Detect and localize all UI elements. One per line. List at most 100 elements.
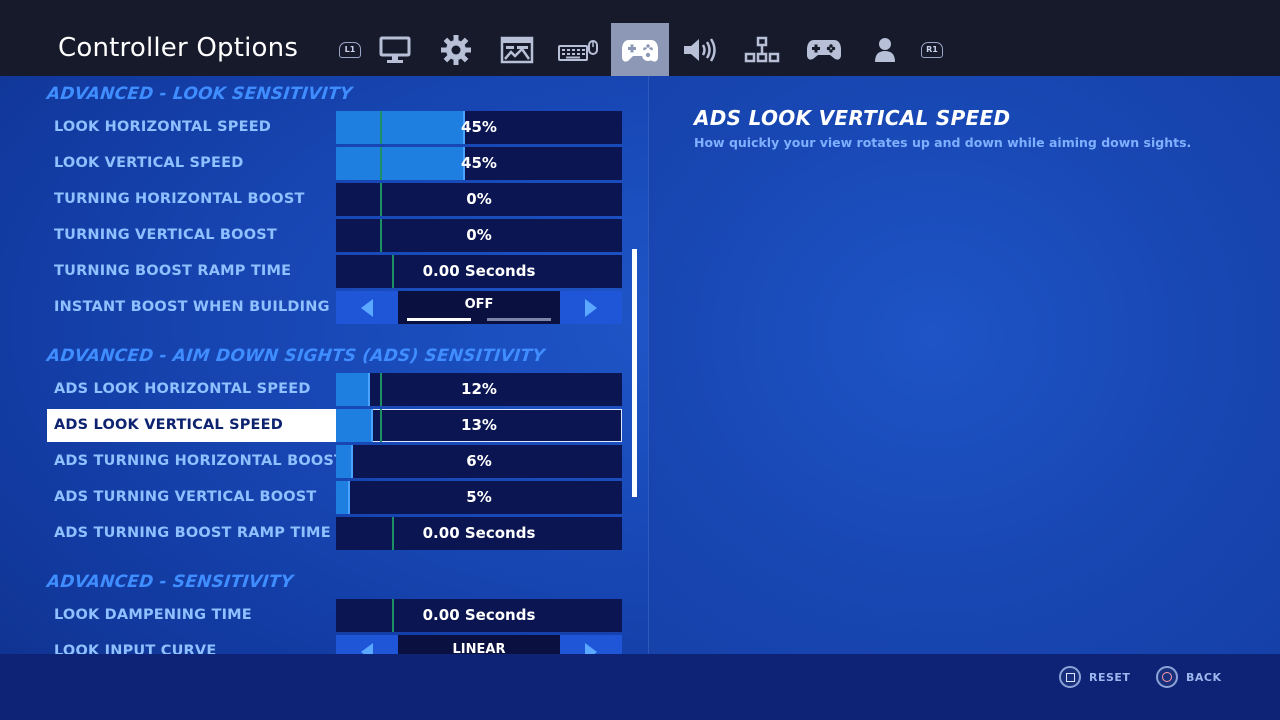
setting-label: INSTANT BOOST WHEN BUILDING: [54, 299, 330, 315]
slider[interactable]: 0.00 Seconds: [336, 517, 622, 550]
setting-look-dampening-time[interactable]: LOOK DAMPENING TIME 0.00 Seconds: [47, 599, 622, 632]
option-selector[interactable]: LINEAR: [336, 635, 622, 654]
page-title: Controller Options: [58, 33, 299, 63]
circle-button-icon: [1156, 666, 1178, 688]
section-look-sensitivity: ADVANCED - LOOK SENSITIVITY: [45, 84, 354, 104]
slider-value: 45%: [461, 154, 497, 172]
tab-accessibility[interactable]: [733, 23, 791, 76]
slider-value: 0%: [466, 190, 492, 208]
slider[interactable]: 0.00 Seconds: [336, 599, 622, 632]
l1-button-icon: L1: [339, 41, 361, 58]
tab-gamepad[interactable]: [795, 23, 853, 76]
toggle-indicator-on: [407, 318, 471, 321]
next-option-button[interactable]: [560, 291, 622, 324]
tab-account[interactable]: [856, 23, 914, 76]
back-label: BACK: [1186, 670, 1222, 684]
setting-turning-horizontal-boost[interactable]: TURNING HORIZONTAL BOOST 0%: [47, 183, 622, 216]
tab-hud[interactable]: [488, 23, 546, 76]
slider-value: 0.00 Seconds: [422, 262, 536, 280]
monitor-icon: [379, 36, 411, 63]
setting-instant-boost-when-building[interactable]: INSTANT BOOST WHEN BUILDING OFF: [47, 291, 622, 324]
option-value: LINEAR: [452, 642, 506, 654]
top-bar: Controller Options L1 R1: [0, 0, 1280, 76]
prev-option-button[interactable]: [336, 291, 398, 324]
setting-ads-look-vertical-speed[interactable]: ADS LOOK VERTICAL SPEED 13%: [47, 409, 622, 442]
slider[interactable]: 13%: [336, 409, 622, 442]
setting-label: LOOK VERTICAL SPEED: [54, 155, 244, 171]
gear-icon: [441, 34, 471, 65]
slider[interactable]: 45%: [336, 111, 622, 144]
slider[interactable]: 12%: [336, 373, 622, 406]
setting-turning-boost-ramp-time[interactable]: TURNING BOOST RAMP TIME 0.00 Seconds: [47, 255, 622, 288]
toggle-selector[interactable]: OFF: [336, 291, 622, 324]
setting-label: LOOK HORIZONTAL SPEED: [54, 119, 272, 135]
keyboard-mouse-icon: [558, 39, 598, 61]
slider-value: 5%: [466, 488, 492, 506]
tab-next-bumper[interactable]: R1: [912, 23, 952, 76]
setting-ads-turning-horizontal-boost[interactable]: ADS TURNING HORIZONTAL BOOST 6%: [47, 445, 622, 478]
chevron-left-icon: [361, 298, 373, 317]
slider-value: 0.00 Seconds: [422, 524, 536, 542]
slider-value: 0%: [466, 226, 492, 244]
setting-ads-turning-boost-ramp-time[interactable]: ADS TURNING BOOST RAMP TIME 0.00 Seconds: [47, 517, 622, 550]
description-title: ADS LOOK VERTICAL SPEED: [694, 106, 1011, 130]
setting-ads-turning-vertical-boost[interactable]: ADS TURNING VERTICAL BOOST 5%: [47, 481, 622, 514]
tab-video[interactable]: [366, 23, 424, 76]
toggle-indicator-off: [487, 318, 551, 321]
slider-value: 12%: [461, 380, 497, 398]
slider[interactable]: 6%: [336, 445, 622, 478]
reset-label: RESET: [1089, 670, 1131, 684]
slider[interactable]: 0%: [336, 183, 622, 216]
gamepad-icon: [807, 39, 841, 60]
description-panel: ADS LOOK VERTICAL SPEED How quickly your…: [648, 76, 1280, 654]
setting-look-vertical-speed[interactable]: LOOK VERTICAL SPEED 45%: [47, 147, 622, 180]
slider[interactable]: 45%: [336, 147, 622, 180]
chevron-right-icon: [585, 298, 597, 317]
speaker-icon: [684, 37, 716, 62]
scrollbar-thumb[interactable]: [632, 249, 637, 497]
slider[interactable]: 0.00 Seconds: [336, 255, 622, 288]
slider-value: 6%: [466, 452, 492, 470]
r1-button-icon: R1: [921, 41, 943, 58]
section-sensitivity: ADVANCED - SENSITIVITY: [45, 572, 295, 592]
setting-label: ADS LOOK HORIZONTAL SPEED: [54, 381, 311, 397]
setting-label: LOOK DAMPENING TIME: [54, 607, 252, 623]
next-option-button[interactable]: [560, 635, 622, 654]
prev-option-button[interactable]: [336, 635, 398, 654]
section-ads-sensitivity: ADVANCED - AIM DOWN SIGHTS (ADS) SENSITI…: [45, 346, 546, 366]
setting-ads-look-horizontal-speed[interactable]: ADS LOOK HORIZONTAL SPEED 12%: [47, 373, 622, 406]
description-text: How quickly your view rotates up and dow…: [694, 135, 1192, 150]
setting-label: ADS TURNING HORIZONTAL BOOST: [54, 453, 345, 469]
back-button[interactable]: BACK: [1156, 666, 1222, 688]
chevron-right-icon: [585, 642, 597, 654]
slider-value: 45%: [461, 118, 497, 136]
setting-look-horizontal-speed[interactable]: LOOK HORIZONTAL SPEED 45%: [47, 111, 622, 144]
accessibility-icon: [744, 36, 780, 62]
slider[interactable]: 0%: [336, 219, 622, 252]
controller-icon: [622, 39, 658, 62]
setting-look-input-curve[interactable]: LOOK INPUT CURVE LINEAR: [47, 635, 622, 654]
setting-label: ADS TURNING VERTICAL BOOST: [54, 489, 317, 505]
tab-keyboard-mouse[interactable]: [549, 23, 607, 76]
setting-label: ADS TURNING BOOST RAMP TIME: [54, 525, 331, 541]
tab-game[interactable]: [427, 23, 485, 76]
slider-value: 0.00 Seconds: [422, 606, 536, 624]
square-button-icon: [1059, 666, 1081, 688]
tab-audio[interactable]: [672, 23, 730, 76]
setting-label: TURNING VERTICAL BOOST: [54, 227, 277, 243]
setting-label: TURNING HORIZONTAL BOOST: [54, 191, 305, 207]
bottom-bar: RESET BACK: [0, 654, 1280, 720]
account-icon: [875, 37, 895, 62]
setting-label: LOOK INPUT CURVE: [54, 643, 217, 654]
chevron-left-icon: [361, 642, 373, 654]
setting-turning-vertical-boost[interactable]: TURNING VERTICAL BOOST 0%: [47, 219, 622, 252]
tab-controller[interactable]: [611, 23, 669, 76]
settings-list: ADVANCED - LOOK SENSITIVITY LOOK HORIZON…: [0, 76, 648, 654]
reset-button[interactable]: RESET: [1059, 666, 1130, 688]
hud-layout-icon: [500, 36, 534, 63]
slider-value: 13%: [461, 416, 497, 434]
tab-prev-bumper[interactable]: L1: [330, 23, 370, 76]
setting-label: ADS LOOK VERTICAL SPEED: [54, 417, 284, 433]
setting-label: TURNING BOOST RAMP TIME: [54, 263, 292, 279]
slider[interactable]: 5%: [336, 481, 622, 514]
